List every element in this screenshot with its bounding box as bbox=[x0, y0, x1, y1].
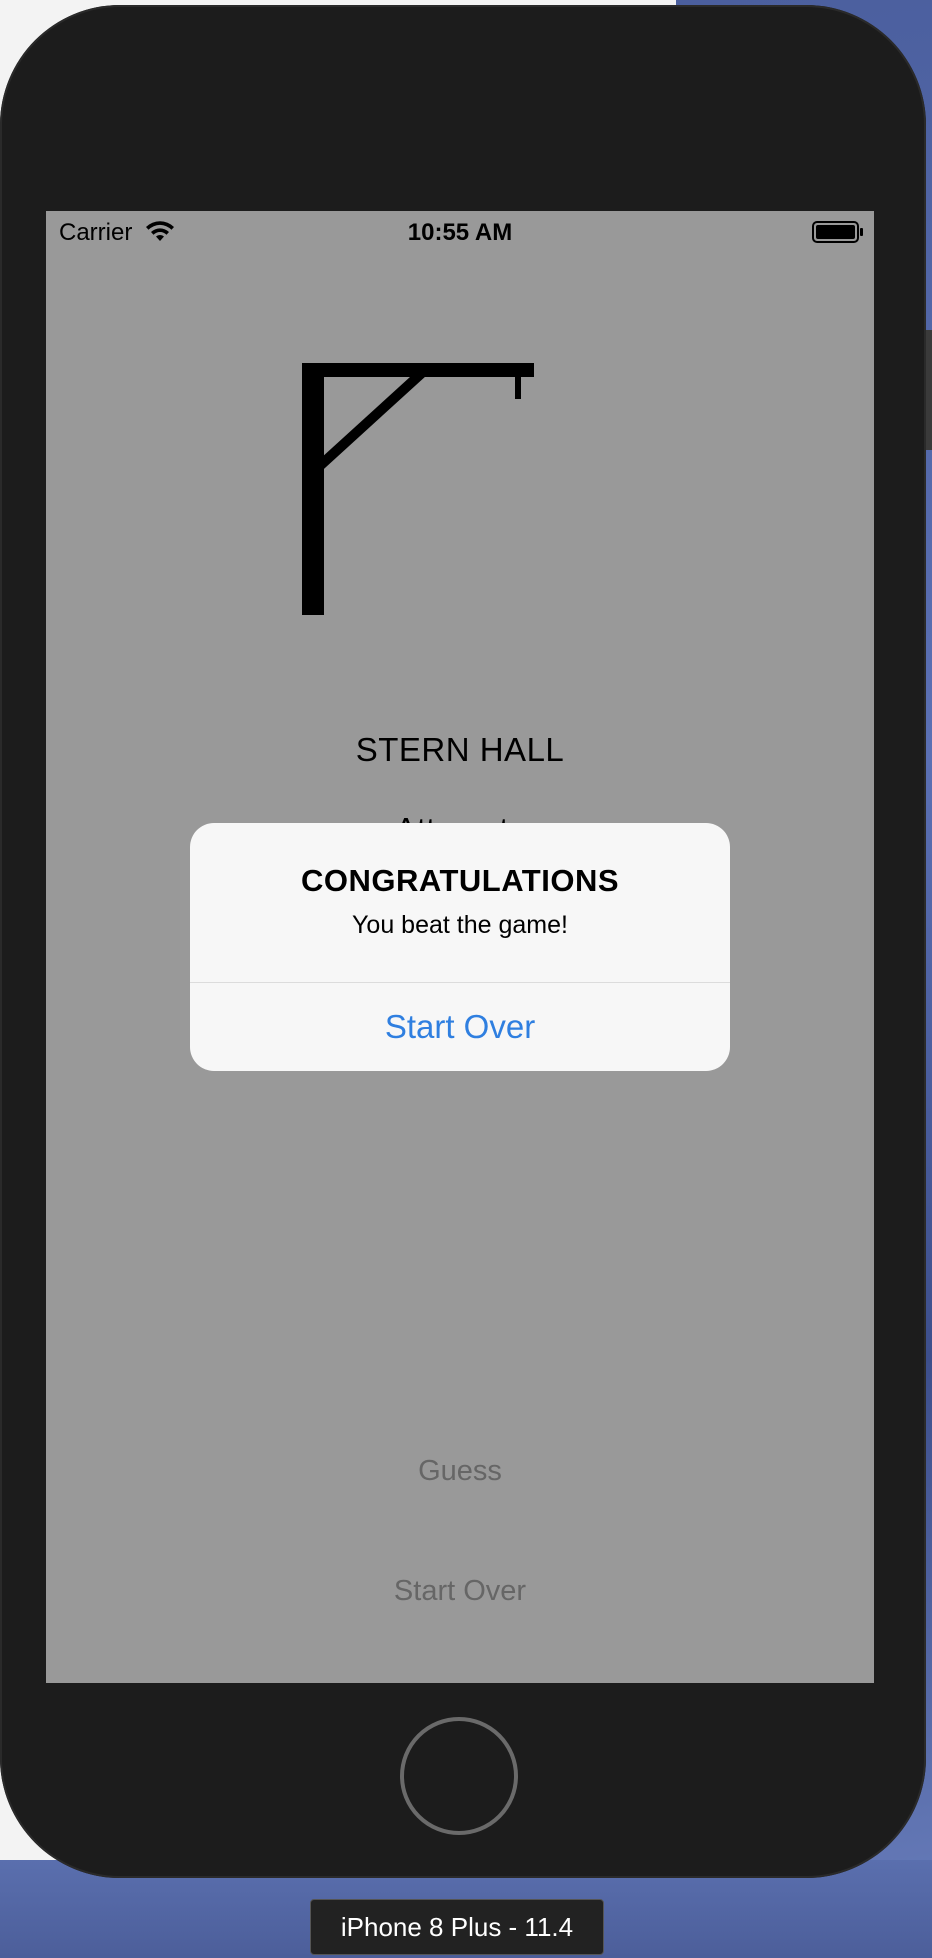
app-screen: Carrier 10:55 AM STERN HALL Attempts Gue… bbox=[46, 211, 874, 1683]
alert-message: You beat the game! bbox=[352, 911, 568, 939]
simulator-device-label: iPhone 8 Plus - 11.4 bbox=[310, 1899, 604, 1955]
alert-start-over-button[interactable]: Start Over bbox=[190, 983, 730, 1071]
alert-title: CONGRATULATIONS bbox=[300, 863, 620, 898]
congratulations-alert: CONGRATULATIONS You beat the game! Start… bbox=[190, 823, 730, 1071]
home-button[interactable] bbox=[400, 1717, 518, 1835]
iphone-device-frame: Carrier 10:55 AM STERN HALL Attempts Gue… bbox=[0, 5, 926, 1878]
